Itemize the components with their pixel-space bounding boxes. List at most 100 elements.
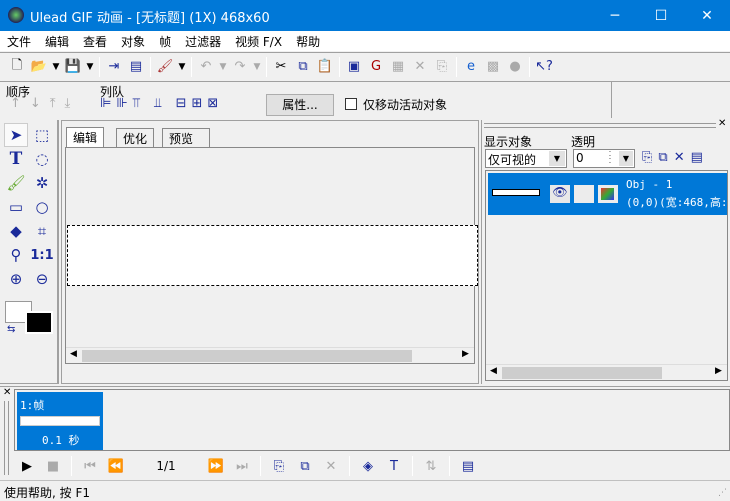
redo-icon[interactable]: ↷ bbox=[229, 56, 251, 78]
new-object-icon[interactable]: ⎘ bbox=[642, 150, 658, 165]
scrollbar-thumb[interactable] bbox=[82, 350, 412, 362]
resize-grip-icon[interactable]: ⋰ bbox=[718, 488, 727, 498]
object-row[interactable]: 👁 Obj - 1 (0,0)(宽:468,高:60) bbox=[488, 173, 727, 215]
banner-icon[interactable]: ▦ bbox=[387, 56, 409, 78]
panel-close-icon[interactable]: ✕ bbox=[718, 118, 726, 129]
close-button[interactable]: ✕ bbox=[684, 0, 730, 31]
brush-tool-icon[interactable]: 🖌 bbox=[4, 171, 28, 195]
first-frame-icon[interactable]: ⏮ bbox=[79, 455, 101, 477]
panel-grip[interactable] bbox=[484, 123, 716, 128]
frame-thumbnail[interactable]: 1:帧 0.1 秒 bbox=[17, 392, 103, 450]
move-active-only-checkbox[interactable] bbox=[345, 98, 357, 110]
magic-wand-tool-icon[interactable]: ✲ bbox=[30, 171, 54, 195]
order-buttons[interactable]: ↑↓⤒⤓ bbox=[10, 96, 79, 111]
undo-dropdown-icon[interactable]: ▼ bbox=[217, 62, 229, 72]
browser-preview-icon[interactable]: e bbox=[460, 56, 482, 78]
text-tool-icon[interactable]: T bbox=[4, 147, 28, 171]
play-icon[interactable]: ▶ bbox=[16, 455, 38, 477]
add-image-icon[interactable]: ⇥ bbox=[103, 56, 125, 78]
maximize-button[interactable]: ☐ bbox=[638, 0, 684, 31]
eyedropper-tool-icon[interactable]: ⚲ bbox=[4, 243, 28, 267]
canvas[interactable]: ◀ ▶ bbox=[65, 147, 478, 364]
save-dropdown-icon[interactable]: ▼ bbox=[84, 62, 96, 72]
save-icon[interactable]: 💾 bbox=[62, 56, 84, 78]
duplicate-frame-icon[interactable]: ⧉ bbox=[294, 455, 316, 477]
align-buttons[interactable]: ⊫⊪⫪ ⫫ ⊟⊞⊠ bbox=[100, 96, 223, 111]
lock-toggle[interactable] bbox=[574, 185, 594, 203]
frame-panel-grip[interactable] bbox=[4, 401, 9, 475]
menu-frame[interactable]: 帧 bbox=[152, 31, 178, 51]
frame-properties-icon[interactable]: ▤ bbox=[457, 455, 479, 477]
menu-filter[interactable]: 过滤器 bbox=[178, 31, 228, 51]
transform-tool-icon[interactable]: ⌗ bbox=[30, 219, 54, 243]
undo-icon[interactable]: ↶ bbox=[195, 56, 217, 78]
menu-file[interactable]: 文件 bbox=[0, 31, 38, 51]
new-file-icon[interactable]: 🗋 bbox=[6, 56, 28, 78]
zoom-in-icon[interactable]: ⊕ bbox=[4, 267, 28, 291]
menu-help[interactable]: 帮助 bbox=[289, 31, 327, 51]
object-list-scrollbar[interactable]: ◀ ▶ bbox=[486, 364, 727, 380]
paint-dropdown-icon[interactable]: ▼ bbox=[176, 62, 188, 72]
slice-icon[interactable]: ▩ bbox=[482, 56, 504, 78]
select-ellipse-tool-icon[interactable]: ◌ bbox=[30, 147, 54, 171]
pointer-tool-icon[interactable]: ➤ bbox=[4, 123, 28, 147]
add-video-icon[interactable]: ▤ bbox=[125, 56, 147, 78]
lasso-tool-icon[interactable]: ○ bbox=[30, 195, 54, 219]
fill-tool-icon[interactable]: ◆ bbox=[4, 219, 28, 243]
object-properties-icon[interactable]: ▤ bbox=[691, 150, 709, 165]
menu-video-fx[interactable]: 视频 F/X bbox=[228, 31, 289, 51]
previous-frame-icon[interactable]: ⏪ bbox=[105, 455, 127, 477]
scrollbar-thumb[interactable] bbox=[502, 367, 662, 379]
add-frame-icon[interactable]: ⎘ bbox=[268, 455, 290, 477]
copy-icon[interactable]: ⧉ bbox=[292, 56, 314, 78]
visibility-eye-icon[interactable]: 👁 bbox=[550, 185, 570, 203]
resize-icon[interactable]: ✕ bbox=[409, 56, 431, 78]
next-frame-icon[interactable]: ⏩ bbox=[205, 455, 227, 477]
transparency-dropdown-icon[interactable]: ▼ bbox=[619, 151, 633, 166]
web-icon[interactable]: ● bbox=[504, 56, 526, 78]
export-icon[interactable]: ⎘ bbox=[431, 56, 453, 78]
transparency-spinner[interactable]: ⁚ ⁚ bbox=[602, 151, 618, 166]
swap-colors-icon[interactable]: ⇆ bbox=[7, 324, 15, 335]
menu-edit[interactable]: 编辑 bbox=[38, 31, 76, 51]
paint-tool-icon[interactable]: 🖌 bbox=[154, 56, 176, 78]
tool-panel: ➤ ⬚ T ◌ 🖌 ✲ ▭ ○ ◆ ⌗ ⚲ 1:1 ⊕ ⊖ ⇆ bbox=[0, 120, 59, 384]
transparency-input[interactable]: 0 ⁚ ⁚ ▼ bbox=[573, 149, 635, 168]
delete-object-icon[interactable]: ✕ bbox=[674, 150, 691, 165]
frame-panel: ✕ 1:帧 0.1 秒 ▶ ■ ⏮ ⏪ 1/1 ⏩ ⏭ ⎘ ⧉ ✕ ◈ T ⇅ … bbox=[0, 386, 730, 478]
crop-icon[interactable]: ▣ bbox=[343, 56, 365, 78]
gif-icon[interactable]: G bbox=[365, 56, 387, 78]
open-dropdown-icon[interactable]: ▼ bbox=[50, 62, 62, 72]
tab-preview[interactable]: 预览 bbox=[162, 128, 210, 147]
cut-icon[interactable]: ✂ bbox=[270, 56, 292, 78]
image-banner[interactable] bbox=[67, 225, 478, 286]
context-help-icon[interactable]: ↖? bbox=[533, 56, 555, 78]
actual-size-button[interactable]: 1:1 bbox=[30, 243, 54, 267]
redo-dropdown-icon[interactable]: ▼ bbox=[251, 62, 263, 72]
display-objects-select[interactable]: 仅可视的 ▼ bbox=[485, 149, 567, 168]
menu-object[interactable]: 对象 bbox=[114, 31, 152, 51]
open-folder-icon[interactable]: 📂 bbox=[28, 56, 50, 78]
duplicate-object-icon[interactable]: ⧉ bbox=[658, 150, 673, 165]
object-action-buttons[interactable]: ⎘⧉✕▤ bbox=[642, 150, 709, 165]
horizontal-scrollbar[interactable]: ◀ ▶ bbox=[66, 347, 474, 363]
select-rect-tool-icon[interactable]: ⬚ bbox=[30, 123, 54, 147]
stop-icon[interactable]: ■ bbox=[42, 455, 64, 477]
frame-panel-close-icon[interactable]: ✕ bbox=[3, 387, 11, 398]
minimize-button[interactable]: ─ bbox=[592, 0, 638, 31]
text-banner-icon[interactable]: T bbox=[383, 455, 405, 477]
foreground-color-swatch[interactable] bbox=[25, 311, 53, 334]
eraser-tool-icon[interactable]: ▭ bbox=[4, 195, 28, 219]
zoom-out-icon[interactable]: ⊖ bbox=[30, 267, 54, 291]
chevron-down-icon[interactable]: ▼ bbox=[549, 151, 565, 166]
properties-button[interactable]: 属性... bbox=[266, 94, 334, 116]
delete-frame-icon[interactable]: ✕ bbox=[320, 455, 342, 477]
paste-icon[interactable]: 📋 bbox=[314, 56, 336, 78]
menu-view[interactable]: 查看 bbox=[76, 31, 114, 51]
tab-edit[interactable]: 编辑 bbox=[66, 127, 105, 147]
reverse-frames-icon[interactable]: ⇅ bbox=[420, 455, 442, 477]
menu-bar: 文件 编辑 查看 对象 帧 过滤器 视频 F/X 帮助 bbox=[0, 31, 730, 51]
tab-optimize[interactable]: 优化 bbox=[116, 128, 155, 147]
last-frame-icon[interactable]: ⏭ bbox=[231, 455, 253, 477]
tween-icon[interactable]: ◈ bbox=[357, 455, 379, 477]
